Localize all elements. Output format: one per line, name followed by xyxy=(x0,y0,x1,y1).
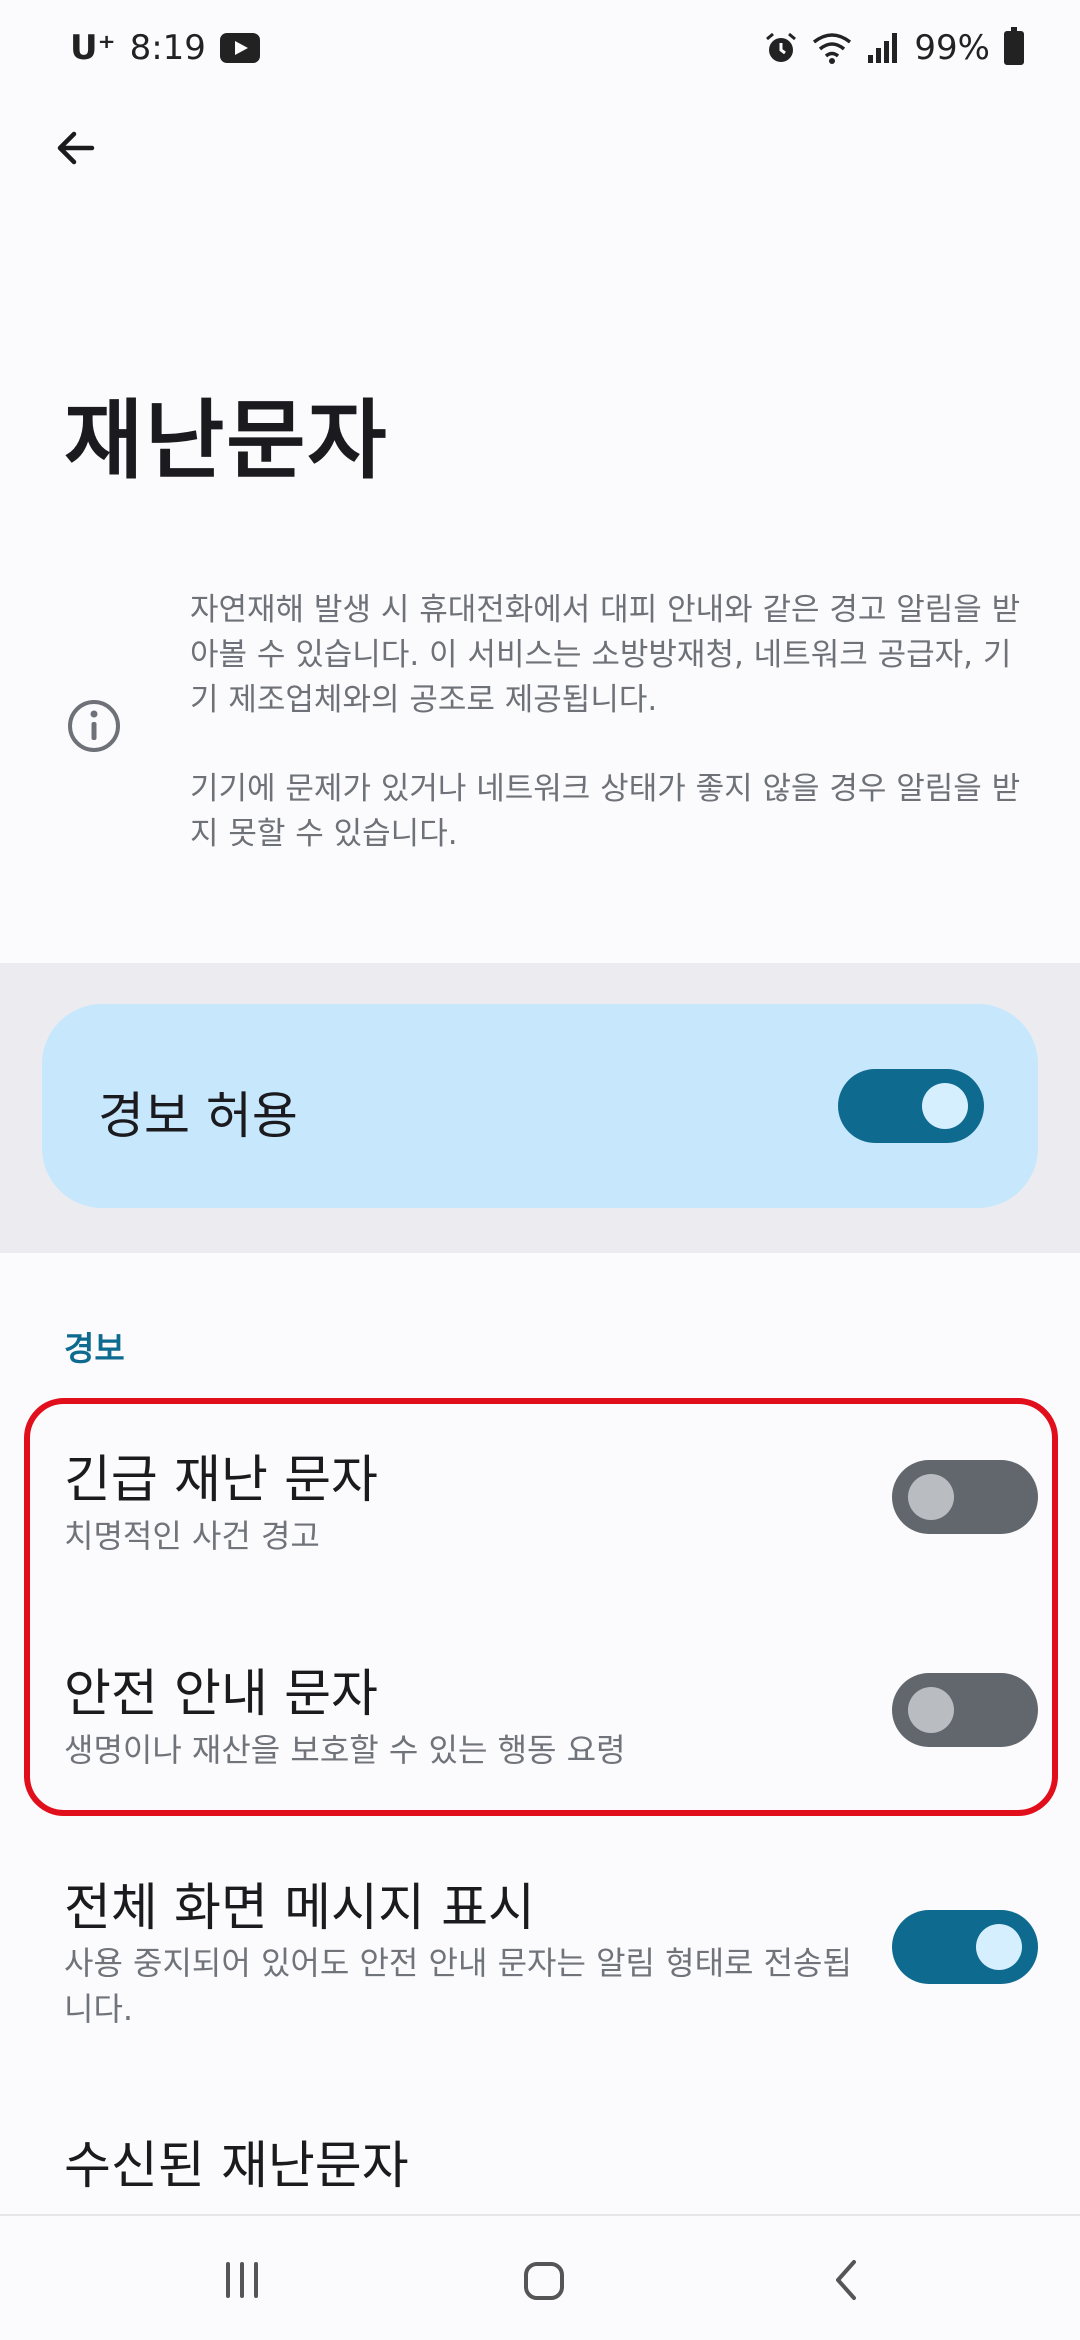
signal-icon xyxy=(868,33,898,63)
status-bar: U⁺ 8:19 99% xyxy=(0,0,1080,96)
allow-alerts-label: 경보 허용 xyxy=(98,1087,298,1145)
youtube-icon xyxy=(219,33,260,63)
emergency-alert-switch[interactable] xyxy=(892,1460,1038,1534)
info-paragraph-2: 기기에 문제가 있거나 네트워크 상태가 좋지 않을 경우 알림을 받지 못할 … xyxy=(190,771,1021,852)
safety-guidance-subtitle: 생명이나 재산을 보호할 수 있는 행동 요령 xyxy=(64,1731,626,1769)
home-button[interactable] xyxy=(504,2240,584,2320)
received-messages-item[interactable]: 수신된 재난문자 xyxy=(64,2124,409,2198)
info-description: 자연재해 발생 시 휴대전화에서 대피 안내와 같은 경고 알림을 받아볼 수 … xyxy=(190,588,1030,901)
section-header-alerts: 경보 xyxy=(64,1329,125,1368)
battery-percent: 99% xyxy=(914,28,990,68)
system-back-button[interactable] xyxy=(808,2240,888,2320)
switch-knob xyxy=(922,1083,968,1129)
switch-knob xyxy=(908,1687,954,1733)
alarm-icon xyxy=(766,32,797,62)
allow-alerts-switch[interactable] xyxy=(838,1069,984,1143)
info-icon xyxy=(68,700,120,752)
emergency-alert-subtitle: 치명적인 사건 경고 xyxy=(64,1517,320,1555)
emergency-alert-title: 긴급 재난 문자 xyxy=(64,1451,378,1510)
fullscreen-message-title: 전체 화면 메시지 표시 xyxy=(64,1879,535,1938)
recents-button[interactable] xyxy=(202,2240,282,2320)
back-button[interactable] xyxy=(40,112,112,184)
arrow-left-icon xyxy=(57,131,95,165)
home-icon xyxy=(524,2262,564,2300)
page-title: 재난문자 xyxy=(64,391,389,491)
switch-knob xyxy=(976,1924,1022,1970)
fullscreen-message-switch[interactable] xyxy=(892,1910,1038,1984)
info-paragraph-1: 자연재해 발생 시 휴대전화에서 대피 안내와 같은 경고 알림을 받아볼 수 … xyxy=(190,592,1021,718)
safety-guidance-switch[interactable] xyxy=(892,1673,1038,1747)
fullscreen-message-subtitle: 사용 중지되어 있어도 안전 안내 문자는 알림 형태로 전송됩니다. xyxy=(64,1944,852,2028)
status-time: 8:19 xyxy=(129,28,206,68)
allow-alerts-card[interactable]: 경보 허용 xyxy=(42,1004,1038,1208)
navigation-bar xyxy=(0,2214,1080,2340)
recents-icon xyxy=(226,2262,258,2298)
switch-knob xyxy=(908,1474,954,1520)
safety-guidance-title: 안전 안내 문자 xyxy=(64,1665,378,1724)
wifi-icon xyxy=(813,33,852,64)
back-chevron-icon xyxy=(836,2260,856,2300)
carrier-label: U⁺ xyxy=(70,28,116,68)
battery-icon xyxy=(1004,27,1024,65)
